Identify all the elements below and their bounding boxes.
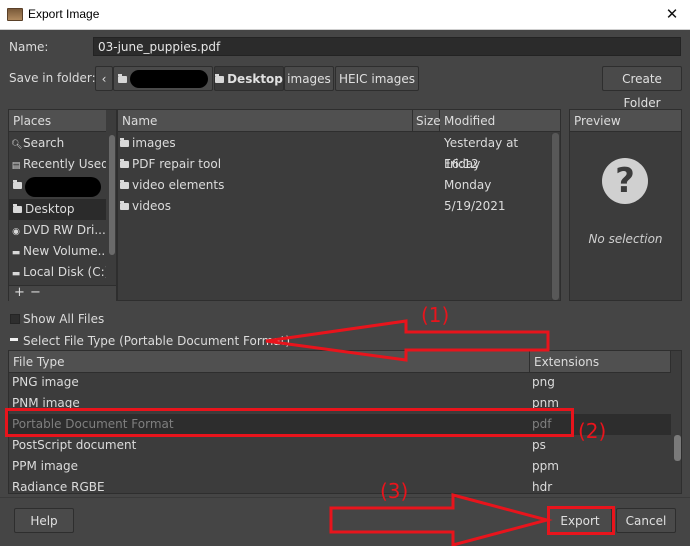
place-item-new-volume[interactable]: ▬ New Volume... [9,241,106,262]
separator [0,497,690,498]
show-all-files-label[interactable]: Show All Files [23,312,104,326]
file-row[interactable]: images Yesterday at 16:12 [118,133,550,171]
annotation-box-export [547,506,615,535]
title-bar: Export Image ✕ [0,0,690,30]
annotation-arrow-3 [329,493,553,546]
annotation-label-3: (3) [380,479,409,503]
cancel-button[interactable]: Cancel [616,508,676,533]
drive-icon: ▬ [11,269,21,279]
places-scroll-thumb[interactable] [109,135,115,255]
folder-icon [120,180,129,189]
drive-icon: ▬ [11,248,21,258]
disc-icon: ◉ [12,227,20,237]
filename-input[interactable]: 03-june_puppies.pdf [93,37,681,56]
create-folder-button[interactable]: Create Folder [602,66,682,110]
place-item-local-disk[interactable]: ▬ Local Disk (C:) [9,262,106,283]
file-type-row[interactable]: PostScript document ps [9,435,671,456]
file-type-scrollbar[interactable] [673,373,681,493]
file-row[interactable]: video elements Monday [118,175,550,196]
folder-icon [118,74,127,83]
file-list-scrollbar[interactable] [551,133,560,300]
folder-icon [13,180,22,189]
column-header-name[interactable]: Name [118,110,413,132]
name-label: Name: [9,40,49,54]
places-header: Places [9,110,106,132]
gimp-app-icon [7,8,23,21]
folder-icon [120,138,129,147]
preview-panel: Preview ? No selection [569,109,682,301]
no-selection-text: No selection [588,232,663,246]
places-panel: Places 🔍︎Search ▤ Recently Used Desktop ◉… [8,109,117,301]
file-list-panel: Name Size Modified images Yesterday at 1… [117,109,561,301]
folder-icon [215,74,225,83]
annotation-box-2 [5,408,574,437]
path-segment-heic-images[interactable]: HEIC images [335,66,419,91]
column-header-file-type[interactable]: File Type [9,351,530,373]
place-item-recently-used[interactable]: ▤ Recently Used [9,154,106,175]
places-footer: + − [9,285,116,301]
file-row[interactable]: videos 5/19/2021 [118,196,550,217]
file-type-row[interactable]: PNG image png [9,372,671,393]
redaction-blob [130,70,208,88]
file-type-scroll-thumb[interactable] [674,435,681,461]
column-header-modified[interactable]: Modified [440,110,560,132]
file-row[interactable]: PDF repair tool Friday [118,154,550,175]
select-file-type-expander[interactable]: Select File Type (Portable Document Form… [23,334,290,348]
annotation-label-1: (1) [421,303,450,327]
place-item-search[interactable]: 🔍︎Search [9,133,106,154]
question-mark-icon: ? [602,158,648,204]
path-segment-redacted[interactable] [113,66,213,91]
column-header-size[interactable]: Size [413,110,441,132]
expander-collapse-icon[interactable] [10,338,18,341]
place-item-redacted[interactable] [9,175,106,199]
column-header-extensions[interactable]: Extensions [530,351,671,373]
recent-icon: ▤ [11,161,21,171]
places-scrollbar[interactable] [108,133,116,285]
path-segment-desktop[interactable]: Desktop [214,66,284,91]
place-item-desktop[interactable]: Desktop [9,199,106,220]
search-icon: 🔍︎ [11,140,23,150]
path-segment-images[interactable]: images [284,66,334,91]
folder-icon [120,201,129,210]
close-icon[interactable]: ✕ [662,4,682,24]
path-back-button[interactable]: ‹ [95,66,113,91]
show-all-files-checkbox[interactable] [10,314,20,324]
save-in-folder-label: Save in folder: [9,71,96,85]
file-type-row[interactable]: PPM image ppm [9,456,671,477]
folder-icon [13,204,22,213]
preview-header: Preview [570,110,681,132]
redaction-blob [25,177,101,197]
window-title: Export Image [28,7,100,21]
file-list-scroll-thumb[interactable] [552,133,559,300]
file-type-row[interactable]: Radiance RGBE hdr [9,477,671,493]
remove-bookmark-button[interactable]: − [30,285,41,300]
annotation-label-2: (2) [578,419,607,443]
place-item-dvd[interactable]: ◉ DVD RW Dri... [9,220,106,241]
folder-icon [120,159,129,168]
help-button[interactable]: Help [14,508,74,533]
add-bookmark-button[interactable]: + [14,285,25,300]
